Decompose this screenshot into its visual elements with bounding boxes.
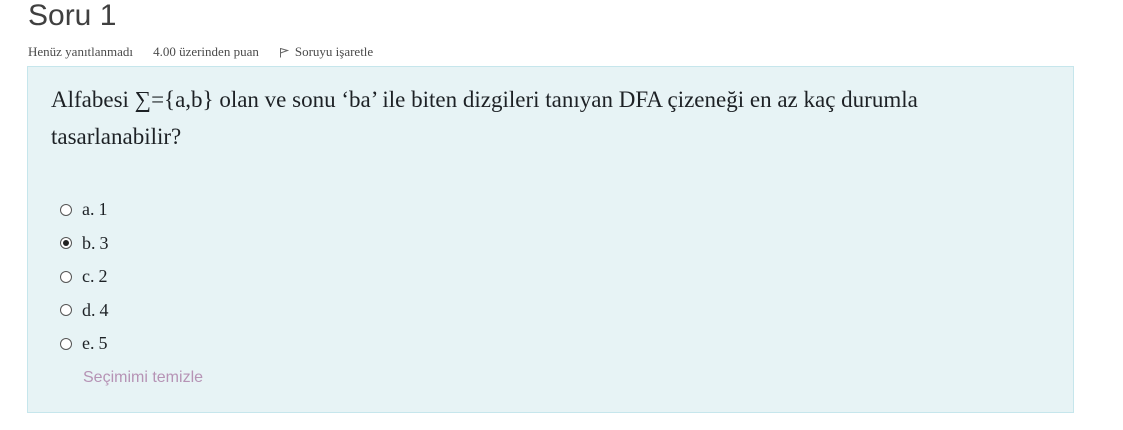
answer-value: 1 [98,199,108,220]
answer-option-a[interactable]: a. 1 [60,193,109,227]
question-text: Alfabesi ∑={a,b} olan ve sonu ‘ba’ ile b… [51,87,918,149]
answer-value: 2 [98,266,108,287]
answer-value: 3 [99,232,109,253]
question-content-box: Alfabesi ∑={a,b} olan ve sonu ‘ba’ ile b… [27,66,1074,413]
flag-question-link[interactable]: Soruyu işaretle [279,44,373,60]
answer-letter: e. [82,333,95,354]
radio-button[interactable] [60,237,72,250]
answer-option-c[interactable]: c. 2 [60,260,109,294]
flag-label: Soruyu işaretle [294,44,374,59]
radio-button[interactable] [60,270,72,283]
answer-letter: a. [82,199,95,220]
answer-list: a. 1 b. 3 c. 2 d. 4 e. 5 [60,193,109,361]
answer-letter: d. [82,299,96,320]
question-info: Henüz yanıtlanmadı 4.00 üzerinden puan S… [28,44,373,60]
clear-choice-link[interactable]: Seçimimi temizle [83,369,203,387]
question-state: Henüz yanıtlanmadı [28,44,134,59]
answer-option-e[interactable]: e. 5 [60,327,109,361]
answer-value: 4 [99,299,109,320]
question-grade: 4.00 üzerinden puan [153,44,259,59]
flag-icon [279,47,289,57]
question-title: Soru 1 [28,0,117,32]
answer-value: 5 [98,333,108,354]
answer-letter: c. [82,266,95,287]
radio-button[interactable] [60,337,72,350]
answer-option-b[interactable]: b. 3 [60,227,109,261]
answer-letter: b. [82,232,96,253]
radio-button[interactable] [60,203,72,216]
answer-option-d[interactable]: d. 4 [60,294,109,328]
radio-button[interactable] [60,304,72,317]
